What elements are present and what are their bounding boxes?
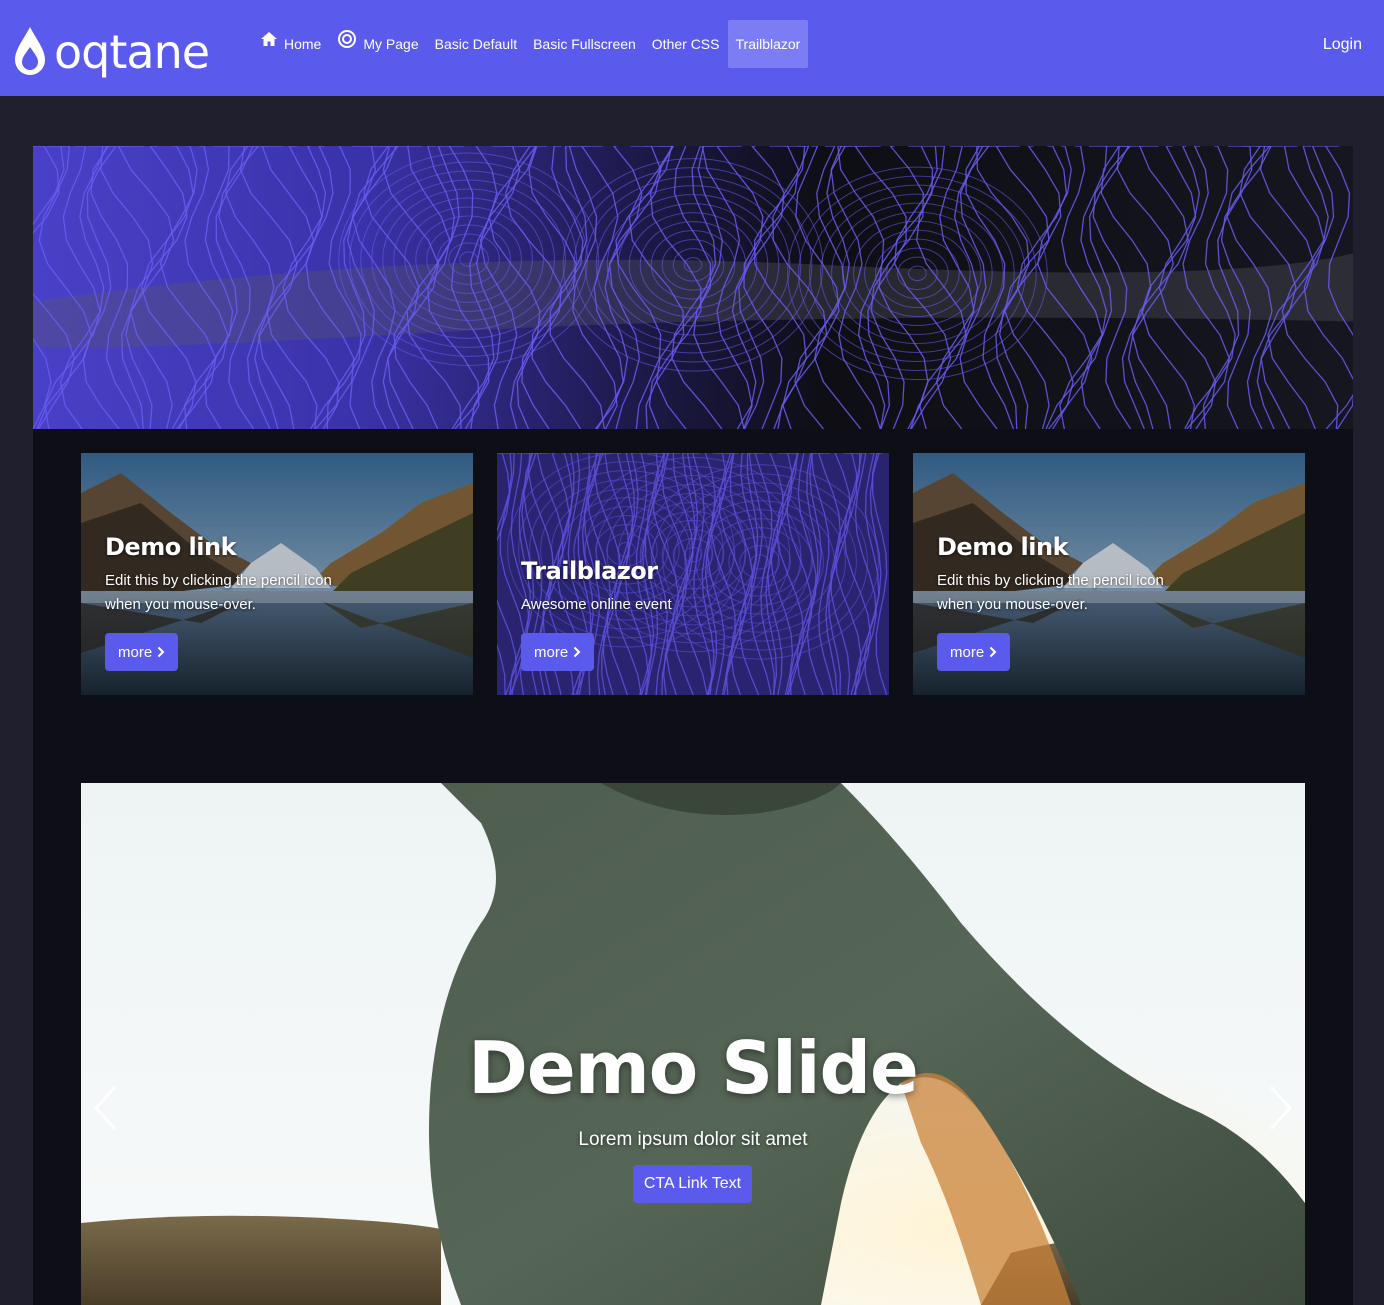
logo-drop-icon	[15, 27, 45, 75]
card-title: Trailblazor	[521, 557, 658, 585]
card-demo-link-1: Demo link Edit this by clicking the penc…	[81, 453, 473, 695]
chevron-right-icon	[157, 646, 165, 658]
chevron-right-icon	[989, 646, 997, 658]
logo-text: oqtane	[54, 25, 210, 79]
nav-item-label: Basic Default	[434, 36, 518, 52]
slide-title: Demo Slide	[468, 1026, 919, 1110]
main-menu: Home My Page Basic Default Basic Fullscr…	[252, 20, 809, 68]
nav-item-basic-default[interactable]: Basic Default	[427, 20, 525, 68]
nav-item-trailblazor[interactable]: Trailblazor	[727, 20, 809, 68]
nav-item-label: Other CSS	[651, 36, 720, 52]
home-icon	[260, 31, 278, 47]
target-icon	[337, 29, 357, 49]
card-trailblazor: Trailblazor Awesome online event more	[497, 453, 889, 695]
site-logo[interactable]: oqtane	[12, 24, 210, 80]
top-navbar: oqtane Home My Page Basic Default Basic …	[0, 0, 1384, 96]
contour-lines-image	[33, 146, 1353, 429]
more-button[interactable]: more	[937, 633, 1011, 671]
chevron-right-icon	[573, 646, 581, 658]
more-button[interactable]: more	[105, 633, 179, 671]
slide-subtitle: Lorem ipsum dolor sit amet	[578, 1129, 808, 1150]
card-title: Demo link	[105, 533, 237, 561]
hero-banner	[33, 146, 1353, 429]
card-text: Edit this by clicking the pencil icon wh…	[105, 572, 332, 613]
login-link[interactable]: Login	[1323, 36, 1362, 54]
nav-item-basic-fullscreen[interactable]: Basic Fullscreen	[525, 20, 644, 68]
carousel-slide: Demo Slide Lorem ipsum dolor sit amet CT…	[81, 783, 1305, 1305]
nav-item-label: Basic Fullscreen	[533, 36, 636, 52]
nav-item-other-css[interactable]: Other CSS	[644, 20, 728, 68]
card-text: Awesome online event	[521, 596, 672, 613]
more-button[interactable]: more	[521, 633, 595, 671]
nav-item-label: Home	[284, 36, 322, 52]
nav-item-home[interactable]: Home	[252, 20, 329, 68]
card-text: Edit this by clicking the pencil icon wh…	[937, 572, 1164, 613]
cta-button[interactable]: CTA Link Text	[633, 1165, 752, 1203]
nav-item-my-page[interactable]: My Page	[329, 20, 426, 68]
more-button-label: more	[534, 643, 569, 661]
more-button-label: more	[118, 643, 153, 661]
nav-item-label: Trailblazor	[735, 36, 801, 52]
card-title: Demo link	[937, 533, 1069, 561]
content-panel: Demo link Edit this by clicking the penc…	[33, 146, 1353, 1305]
nav-item-label: My Page	[363, 36, 419, 52]
more-button-label: more	[950, 643, 985, 661]
card-demo-link-2: Demo link Edit this by clicking the penc…	[913, 453, 1305, 695]
